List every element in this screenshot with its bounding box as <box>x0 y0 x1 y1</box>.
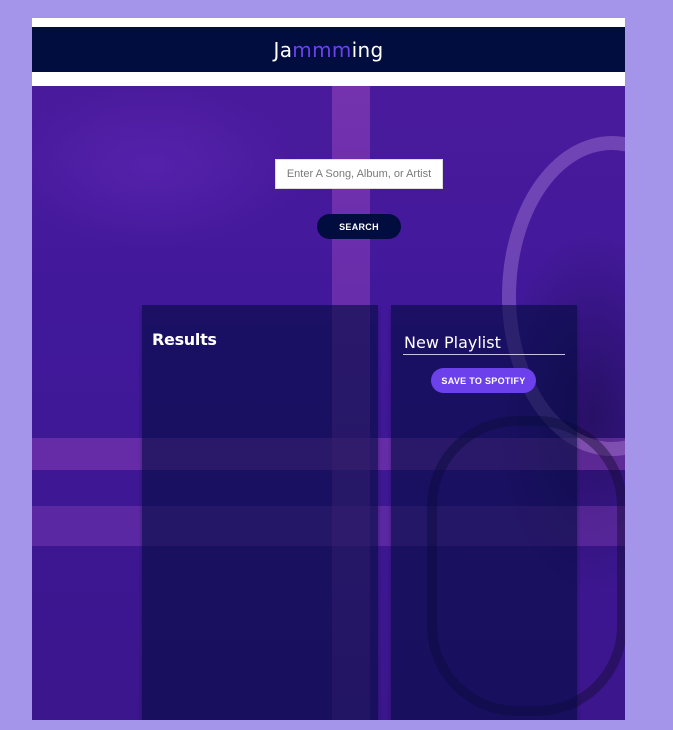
playlist-panel: SAVE TO SPOTIFY <box>391 305 577 720</box>
save-to-spotify-button[interactable]: SAVE TO SPOTIFY <box>431 368 536 393</box>
logo-text-end: ing <box>351 37 384 62</box>
app-main: SEARCH Results SAVE TO SPOTIFY <box>32 86 625 720</box>
search-button[interactable]: SEARCH <box>317 214 401 239</box>
results-title: Results <box>152 330 217 349</box>
logo-text-accent: mmm <box>292 37 352 62</box>
logo-text-start: Ja <box>273 37 293 62</box>
app-logo: Jammming <box>274 38 384 62</box>
playlist-name-input[interactable] <box>403 331 565 355</box>
search-input[interactable] <box>275 159 443 189</box>
app-frame: Jammming SEARCH Results SAVE TO SPOTIFY <box>32 18 625 720</box>
app-header: Jammming <box>32 27 625 72</box>
results-panel: Results <box>142 305 378 720</box>
